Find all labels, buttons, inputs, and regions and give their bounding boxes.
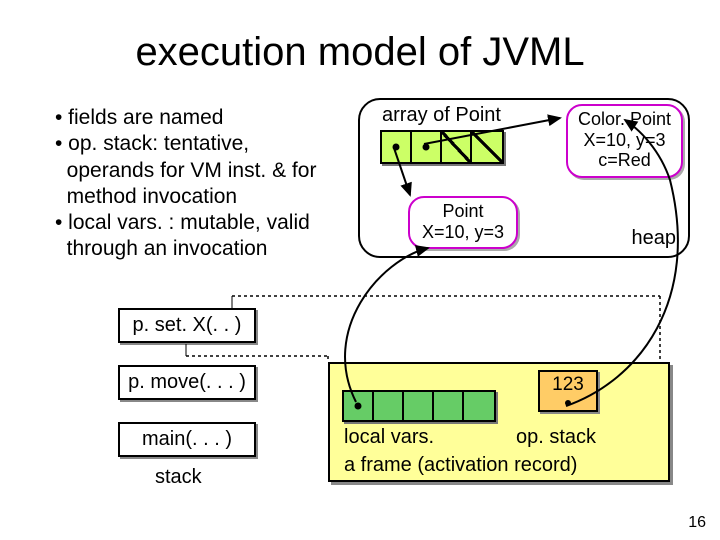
point-line2: X=10, y=3 — [422, 222, 504, 243]
opstack-label: op. stack — [516, 426, 596, 449]
opstack-top-value: 123 — [552, 374, 584, 395]
opstack-ref-dot — [565, 400, 571, 406]
array-of-point — [380, 130, 504, 164]
colorpoint-line3: c=Red — [578, 150, 671, 171]
array-cell-3-null — [472, 132, 502, 162]
stack-frame-main: main(. . . ) — [118, 422, 256, 457]
local-cell-2 — [404, 392, 434, 420]
array-cell-1 — [412, 132, 442, 162]
local-vars-array — [342, 390, 496, 422]
bullet-list: • fields are named • op. stack: tentativ… — [55, 105, 345, 263]
page-number: 16 — [688, 514, 706, 532]
colorpoint-line1: Color. Point — [578, 109, 671, 130]
bullet-3a: • local vars. : mutable, valid — [55, 210, 345, 236]
activation-record: 123 local vars. op. stack a frame (activ… — [328, 362, 670, 482]
bullet-2b: operands for VM inst. & for — [55, 158, 345, 184]
frame-caption: a frame (activation record) — [344, 454, 577, 477]
bullet-3b: through an invocation — [55, 236, 345, 262]
slide-title: execution model of JVML — [0, 30, 720, 75]
local-cell-0 — [344, 392, 374, 420]
operand-stack: 123 — [538, 370, 598, 412]
heap-label: heap — [632, 227, 677, 250]
stack-frame-setx: p. set. X(. . ) — [118, 308, 256, 343]
stack-frame-move: p. move(. . . ) — [118, 365, 256, 400]
array-cell-2-null — [442, 132, 472, 162]
local-cell-1 — [374, 392, 404, 420]
colorpoint-object: Color. Point X=10, y=3 c=Red — [566, 104, 683, 178]
locals-label: local vars. — [344, 426, 434, 449]
heap-region: array of Point heap Point X=10, y=3 Colo… — [358, 98, 690, 258]
array-cell-0 — [382, 132, 412, 162]
local-cell-4 — [464, 392, 494, 420]
bullet-2a: • op. stack: tentative, — [55, 131, 345, 157]
local-cell-3 — [434, 392, 464, 420]
point-line1: Point — [422, 201, 504, 222]
stack-label: stack — [155, 466, 202, 489]
colorpoint-line2: X=10, y=3 — [578, 130, 671, 151]
array-label: array of Point — [382, 104, 501, 127]
bullet-2c: method invocation — [55, 184, 345, 210]
point-object: Point X=10, y=3 — [408, 196, 518, 249]
bullet-1: • fields are named — [55, 105, 345, 131]
